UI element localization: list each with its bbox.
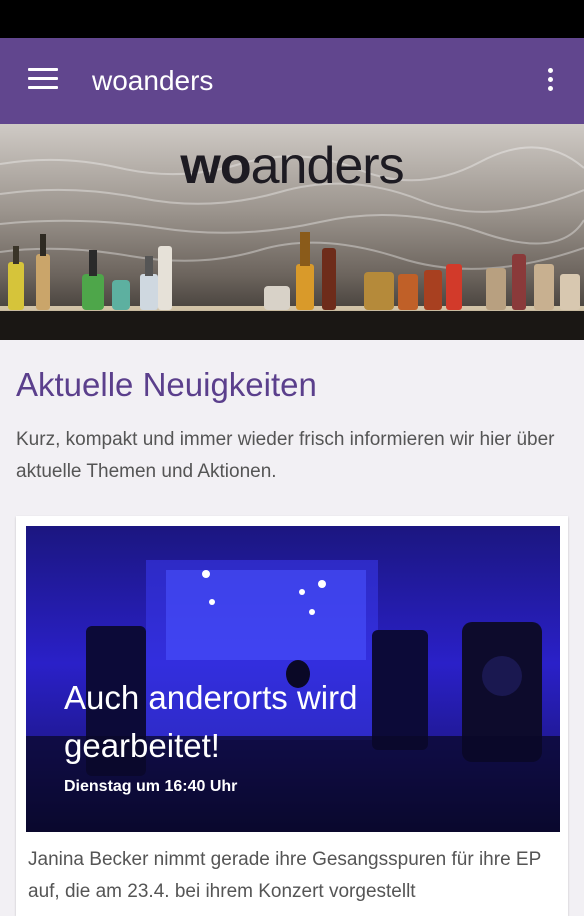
news-card-image[interactable]: Auch anderorts wird gearbeitet! Dienstag… <box>26 526 560 832</box>
news-card[interactable]: Auch anderorts wird gearbeitet! Dienstag… <box>16 516 568 916</box>
more-vert-icon[interactable] <box>540 68 560 94</box>
news-intro: Kurz, kompakt und immer wieder frisch in… <box>16 429 555 482</box>
logo-regular-text: anders <box>250 137 405 195</box>
hero-banner: woanders <box>0 124 584 340</box>
app-title: woanders <box>92 65 214 96</box>
hero-logo: woanders <box>0 136 584 196</box>
status-bar <box>0 0 584 38</box>
news-card-text: Janina Becker nimmt gerade ihre Gesangss… <box>28 849 541 902</box>
app-bar: woanders <box>0 38 584 124</box>
news-card-date: Dienstag um 16:40 Uhr <box>64 778 238 795</box>
news-card-headline: Auch anderorts wird gearbeitet! <box>64 679 358 764</box>
hamburger-menu-icon[interactable] <box>28 68 58 92</box>
news-title: Aktuelle Neuigkeiten <box>16 366 317 403</box>
logo-bold-text: wo <box>180 137 251 195</box>
